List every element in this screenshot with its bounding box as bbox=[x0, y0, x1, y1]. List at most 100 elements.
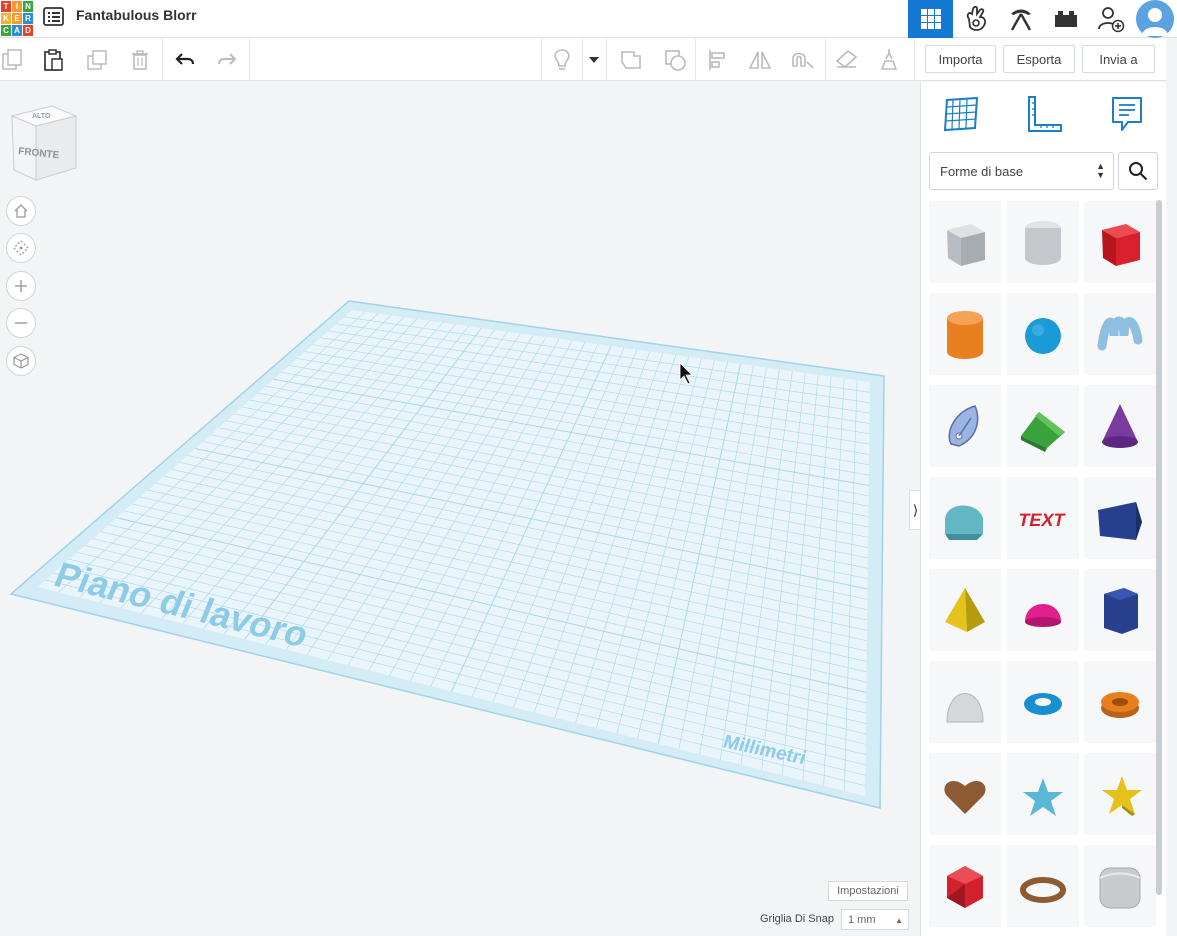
workplane-drop-icon[interactable] bbox=[876, 47, 902, 73]
logo-letter: N bbox=[23, 1, 33, 12]
wedge-icon bbox=[1098, 502, 1142, 540]
undo-icon[interactable] bbox=[172, 47, 198, 73]
logo-letter: T bbox=[1, 1, 11, 12]
shape-torus[interactable] bbox=[1007, 661, 1079, 743]
align-icon[interactable] bbox=[705, 47, 731, 73]
design-menu-icon[interactable] bbox=[43, 6, 65, 28]
logo-letter: D bbox=[23, 25, 33, 36]
lightbulb-icon[interactable] bbox=[549, 47, 575, 73]
half-sphere-icon bbox=[1025, 604, 1061, 627]
shape-half-sphere[interactable] bbox=[1007, 569, 1079, 651]
ungroup-icon[interactable] bbox=[662, 47, 688, 73]
search-icon bbox=[1129, 162, 1148, 181]
redo-icon[interactable] bbox=[214, 47, 240, 73]
polygon-icon bbox=[1104, 588, 1138, 634]
shape-ring[interactable] bbox=[1007, 845, 1079, 927]
export-button[interactable]: Esporta bbox=[1003, 45, 1075, 73]
logo-letter: R bbox=[23, 13, 33, 24]
box-icon bbox=[1102, 224, 1140, 266]
snap-grid-value: 1 mm bbox=[848, 913, 876, 926]
shape-cone[interactable] bbox=[1084, 385, 1156, 467]
pickaxe-icon[interactable] bbox=[998, 0, 1043, 38]
import-button[interactable]: Importa bbox=[925, 45, 996, 73]
tinkercad-logo[interactable]: TIN KER CAD bbox=[0, 0, 33, 36]
shape-category-value: Forme di base bbox=[940, 163, 1024, 179]
delete-icon[interactable] bbox=[127, 47, 153, 73]
cylinder-icon bbox=[947, 311, 983, 359]
paste-icon[interactable] bbox=[40, 47, 66, 73]
3d-viewport[interactable]: Piano di lavoro Millimetri ALTO FRONTE I… bbox=[0, 82, 919, 936]
tube-icon bbox=[1101, 692, 1139, 718]
shape-paraboloid[interactable] bbox=[929, 661, 1001, 743]
duplicate-icon[interactable] bbox=[84, 47, 110, 73]
chevron-down-icon[interactable] bbox=[582, 47, 606, 73]
shape-rounded-box[interactable] bbox=[1084, 845, 1156, 927]
ruler-tab-icon[interactable] bbox=[1022, 92, 1066, 136]
shape-pyramid[interactable] bbox=[929, 569, 1001, 651]
shape-tube[interactable] bbox=[1084, 661, 1156, 743]
pyramid-icon bbox=[945, 588, 985, 632]
add-user-icon[interactable] bbox=[1088, 0, 1133, 38]
cruise-icon[interactable] bbox=[834, 47, 860, 73]
view-cube[interactable]: ALTO FRONTE bbox=[8, 102, 80, 187]
notes-tab-icon[interactable] bbox=[1105, 92, 1149, 136]
shape-scribble[interactable] bbox=[1084, 293, 1156, 375]
sphere-icon bbox=[1025, 318, 1061, 354]
scrollbar[interactable] bbox=[1156, 200, 1162, 895]
workplane-tab-icon[interactable] bbox=[939, 92, 983, 136]
round-roof-icon bbox=[945, 505, 983, 540]
shape-round-roof[interactable] bbox=[929, 477, 1001, 559]
zoom-out-button[interactable] bbox=[6, 308, 36, 338]
logo-letter: A bbox=[12, 25, 22, 36]
send-to-button[interactable]: Invia a bbox=[1082, 45, 1155, 73]
search-button[interactable] bbox=[1118, 152, 1158, 190]
home-view-button[interactable] bbox=[6, 196, 36, 226]
heart-icon bbox=[944, 780, 986, 814]
shape-polygon[interactable] bbox=[1084, 569, 1156, 651]
fit-icon bbox=[13, 240, 29, 256]
toolbar: Importa Esporta Invia a bbox=[0, 38, 1177, 81]
fit-view-button[interactable] bbox=[6, 233, 36, 263]
group-icon[interactable] bbox=[618, 47, 644, 73]
svg-text:TEXT: TEXT bbox=[1017, 510, 1067, 530]
shape-box-hole[interactable] bbox=[929, 201, 1001, 283]
logo-letter: E bbox=[12, 13, 22, 24]
paraboloid-icon bbox=[946, 693, 984, 723]
workplane[interactable]: Piano di lavoro Millimetri bbox=[0, 82, 919, 936]
magnet-icon[interactable] bbox=[789, 47, 815, 73]
shape-shape-generator[interactable] bbox=[929, 385, 1001, 467]
grid-view-icon[interactable] bbox=[908, 0, 953, 38]
lego-brick-icon[interactable] bbox=[1043, 0, 1088, 38]
shape-star-3d[interactable] bbox=[1084, 753, 1156, 835]
shape-wedge[interactable] bbox=[1084, 477, 1156, 559]
copy-icon[interactable] bbox=[0, 47, 26, 73]
home-icon bbox=[14, 204, 28, 218]
text-icon: TEXT bbox=[1017, 510, 1067, 530]
select-arrows-icon: ▲ ▼ bbox=[1096, 161, 1105, 180]
cylinder-hole-icon bbox=[1025, 221, 1061, 265]
snap-grid-select[interactable]: 1 mm ▲ bbox=[841, 909, 909, 930]
shape-cylinder[interactable] bbox=[929, 293, 1001, 375]
shape-text[interactable]: TEXT bbox=[1007, 477, 1079, 559]
logo-letter: C bbox=[1, 25, 11, 36]
perspective-button[interactable] bbox=[6, 346, 36, 376]
shape-sphere[interactable] bbox=[1007, 293, 1079, 375]
shape-cylinder-hole[interactable] bbox=[1007, 201, 1079, 283]
roof-icon bbox=[1021, 412, 1065, 452]
shapes-panel: Forme di base ▲ ▼ TEXT bbox=[920, 82, 1167, 936]
torus-icon bbox=[1024, 693, 1062, 715]
zoom-in-button[interactable] bbox=[6, 271, 36, 301]
avatar[interactable] bbox=[1133, 0, 1177, 38]
shape-star[interactable] bbox=[1007, 753, 1079, 835]
shape-icosahedron[interactable] bbox=[929, 845, 1001, 927]
avatar-icon bbox=[1136, 0, 1174, 38]
shape-heart[interactable] bbox=[929, 753, 1001, 835]
shape-box[interactable] bbox=[1084, 201, 1156, 283]
lego-brick-hand-icon[interactable] bbox=[953, 0, 998, 38]
settings-button[interactable]: Impostazioni bbox=[828, 881, 908, 901]
design-title[interactable]: Fantabulous Blorr bbox=[76, 7, 197, 23]
rounded-box-icon bbox=[1099, 867, 1141, 909]
mirror-icon[interactable] bbox=[747, 47, 773, 73]
shape-roof[interactable] bbox=[1007, 385, 1079, 467]
shape-category-select[interactable]: Forme di base ▲ ▼ bbox=[929, 152, 1114, 190]
